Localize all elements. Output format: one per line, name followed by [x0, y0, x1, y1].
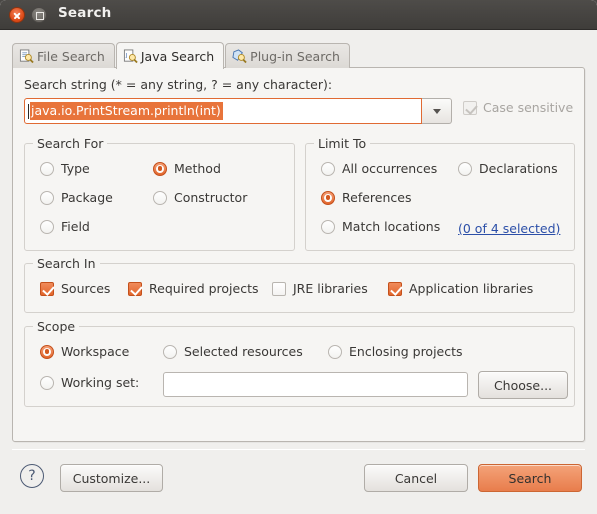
scope-title: Scope	[33, 319, 80, 334]
tab-file-search-label: File Search	[37, 48, 105, 64]
radio-indicator	[321, 161, 335, 176]
radio-limit-references[interactable]: References	[321, 190, 411, 205]
search-string-value: java.io.PrintStream.println(int)	[30, 102, 223, 120]
radio-label: Enclosing projects	[349, 344, 463, 359]
radio-label: Workspace	[61, 344, 130, 359]
radio-indicator	[40, 161, 54, 176]
search-in-title: Search In	[33, 256, 100, 271]
footer-separator	[12, 449, 585, 450]
radio-limit-declarations[interactable]: Declarations	[458, 161, 558, 176]
close-icon[interactable]	[9, 7, 25, 23]
tab-java-search[interactable]: J Java Search	[115, 42, 225, 69]
tab-file-search[interactable]: File Search	[12, 43, 115, 68]
limit-to-title: Limit To	[314, 136, 371, 151]
checkbox-search-in-required-projects[interactable]: Required projects	[128, 281, 259, 296]
checkbox-search-in-application-libraries[interactable]: Application libraries	[388, 281, 533, 296]
checkbox-search-in-jre-libraries[interactable]: JRE libraries	[272, 281, 368, 296]
checkbox-indicator	[388, 281, 402, 296]
radio-search-for-constructor[interactable]: Constructor	[153, 190, 247, 205]
checkbox-label: JRE libraries	[293, 281, 368, 296]
radio-search-for-type[interactable]: Type	[40, 161, 90, 176]
radio-indicator	[163, 344, 177, 359]
search-button[interactable]: Search	[478, 464, 582, 492]
customize-button[interactable]: Customize...	[60, 464, 163, 492]
radio-scope-working-set[interactable]: Working set:	[40, 375, 139, 390]
help-question-icon[interactable]: ?	[20, 464, 44, 488]
radio-label: Package	[61, 190, 113, 205]
case-sensitive-option: Case sensitive	[463, 100, 573, 115]
radio-indicator	[40, 190, 54, 205]
radio-label: Type	[61, 161, 90, 176]
radio-label: Declarations	[479, 161, 558, 176]
radio-indicator	[153, 190, 167, 205]
text-caret	[28, 103, 29, 119]
search-string-input[interactable]: java.io.PrintStream.println(int)	[24, 98, 422, 124]
chevron-down-icon	[432, 108, 441, 114]
radio-indicator	[40, 344, 54, 359]
radio-label: Match locations	[342, 219, 441, 234]
radio-indicator	[321, 219, 335, 234]
radio-search-for-method[interactable]: Method	[153, 161, 221, 176]
radio-label: References	[342, 190, 412, 205]
radio-search-for-package[interactable]: Package	[40, 190, 113, 205]
cancel-button[interactable]: Cancel	[364, 464, 468, 492]
checkbox-indicator	[40, 281, 54, 296]
radio-indicator	[458, 161, 472, 176]
radio-limit-match-locations[interactable]: Match locations	[321, 219, 440, 234]
case-sensitive-label: Case sensitive	[483, 100, 574, 115]
case-sensitive-checkbox	[463, 100, 477, 115]
java-search-icon: J	[123, 48, 138, 63]
radio-indicator	[321, 190, 335, 205]
tab-strip: File Search J Java Search Plug-in Search	[12, 42, 351, 69]
checkbox-search-in-sources[interactable]: Sources	[40, 281, 110, 296]
tab-plugin-search[interactable]: Plug-in Search	[225, 43, 350, 68]
radio-scope-selected-resources[interactable]: Selected resources	[163, 344, 303, 359]
search-string-dropdown-button[interactable]	[422, 98, 452, 124]
tab-plugin-search-label: Plug-in Search	[250, 48, 340, 64]
radio-label: Field	[61, 219, 90, 234]
limit-to-group: Limit To All occurrences Declarations Re…	[305, 136, 575, 251]
file-search-icon	[19, 48, 34, 63]
radio-label: All occurrences	[342, 161, 438, 176]
svg-text:J: J	[125, 52, 128, 58]
checkbox-label: Required projects	[149, 281, 259, 296]
search-string-combo: java.io.PrintStream.println(int)	[24, 98, 452, 124]
maximize-icon[interactable]	[31, 7, 47, 23]
radio-label: Method	[174, 161, 221, 176]
search-string-label: Search string (* = any string, ? = any c…	[24, 77, 333, 92]
match-locations-link[interactable]: (0 of 4 selected)	[458, 221, 560, 236]
radio-limit-all-occurrences[interactable]: All occurrences	[321, 161, 437, 176]
checkbox-label: Sources	[61, 281, 111, 296]
plugin-search-icon	[232, 48, 247, 63]
tab-java-search-label: Java Search	[140, 48, 215, 64]
radio-label: Working set:	[61, 375, 140, 390]
radio-scope-workspace[interactable]: Workspace	[40, 344, 129, 359]
checkbox-indicator	[272, 281, 286, 296]
radio-indicator	[40, 375, 54, 390]
radio-search-for-field[interactable]: Field	[40, 219, 90, 234]
checkbox-label: Application libraries	[409, 281, 534, 296]
checkbox-indicator	[128, 281, 142, 296]
radio-label: Constructor	[174, 190, 248, 205]
search-for-group: Search For Type Method Package Construct…	[24, 136, 295, 251]
radio-label: Selected resources	[184, 344, 303, 359]
radio-indicator	[40, 219, 54, 234]
search-for-title: Search For	[33, 136, 108, 151]
window-title: Search	[58, 5, 112, 21]
scope-group: Scope Workspace Selected resources Enclo…	[24, 319, 575, 407]
radio-indicator	[153, 161, 167, 176]
choose-button[interactable]: Choose...	[478, 371, 568, 399]
search-in-group: Search In Sources Required projects JRE …	[24, 256, 575, 313]
search-dialog-window: Search File Search J Java Search Plug-in…	[0, 0, 597, 514]
title-bar: Search	[0, 0, 597, 30]
working-set-input[interactable]	[163, 372, 468, 397]
radio-indicator	[328, 344, 342, 359]
java-search-panel: Search string (* = any string, ? = any c…	[12, 67, 585, 442]
radio-scope-enclosing-projects[interactable]: Enclosing projects	[328, 344, 463, 359]
